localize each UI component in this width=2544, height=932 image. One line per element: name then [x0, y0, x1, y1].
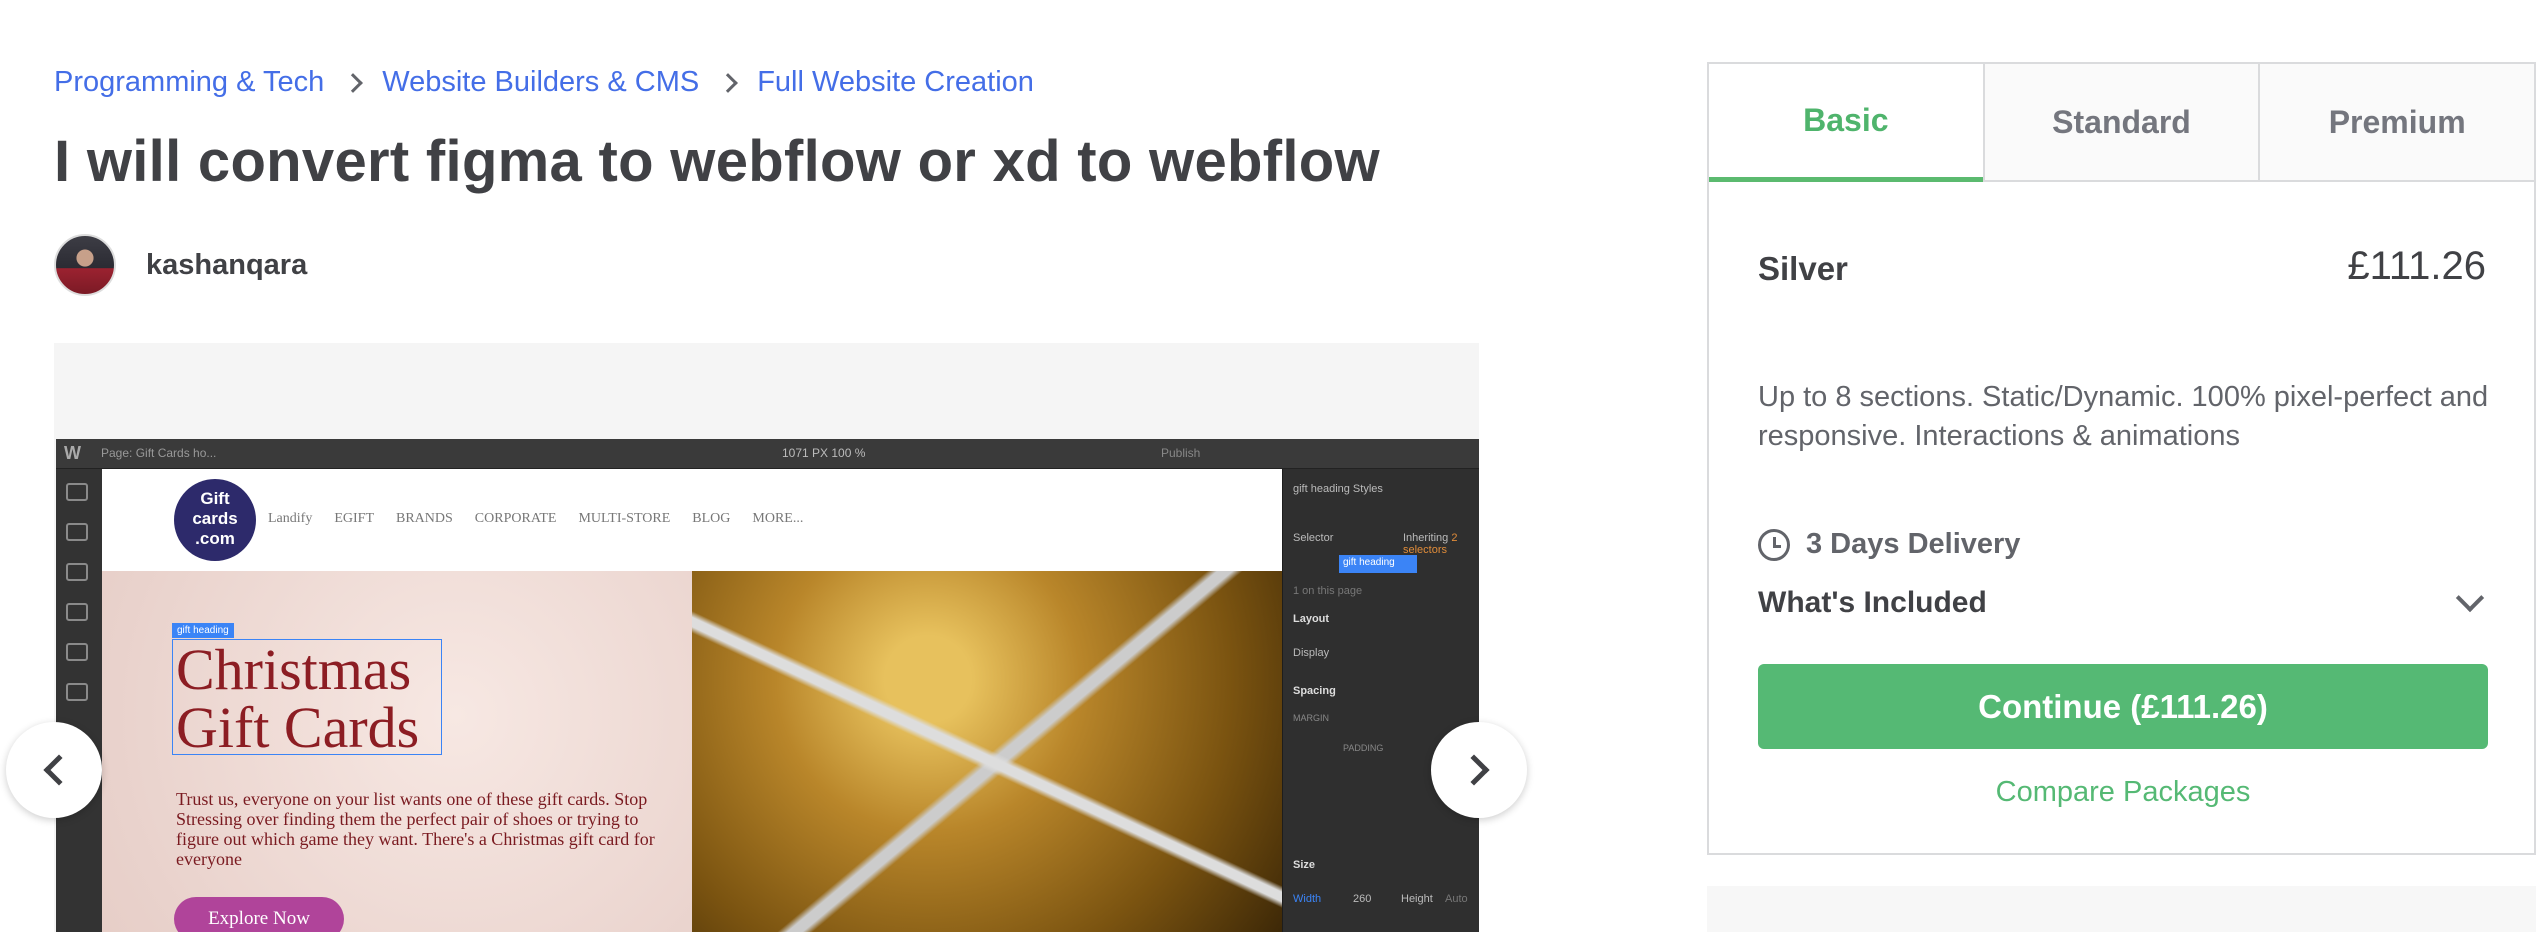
whats-included-toggle[interactable]: What's Included: [1758, 583, 2488, 620]
hero-text: Trust us, everyone on your list wants on…: [176, 789, 655, 869]
publish-label: Publish: [1161, 446, 1201, 460]
gallery-prev-button[interactable]: [6, 722, 102, 818]
size-section: Size: [1293, 859, 1316, 871]
whats-included-label: What's Included: [1758, 586, 1987, 619]
delivery-time: 3 Days Delivery: [1758, 528, 2020, 561]
breadcrumb: Programming & Tech Website Builders & CM…: [54, 66, 1034, 99]
selection-tag: gift heading: [172, 623, 234, 638]
webflow-canvas: Gift cards .com Landify EGIFT BRANDS COR…: [102, 469, 1282, 932]
site-menu-item: MORE...: [752, 511, 804, 526]
selector-label: Selector: [1293, 532, 1334, 544]
viewport-size: 1071 PX 100 %: [782, 446, 866, 460]
webflow-left-toolbar: [56, 469, 102, 932]
hero-heading-line: Gift Cards: [176, 695, 420, 760]
site-menu-item: CORPORATE: [474, 511, 557, 526]
gig-title: I will convert figma to webflow or xd to…: [54, 129, 1380, 194]
gift-box-image: [692, 571, 1282, 932]
package-description: Up to 8 sections. Static/Dynamic. 100% p…: [1758, 381, 2489, 452]
gig-gallery: W Page: Gift Cards ho... 1071 PX 100 % P…: [54, 343, 1479, 932]
site-menu-item: EGIFT: [334, 511, 374, 526]
navigator-icon: [66, 563, 88, 581]
chevron-right-icon: [1458, 754, 1490, 786]
site-navbar: Gift cards .com Landify EGIFT BRANDS COR…: [102, 469, 1282, 571]
margin-label: MARGIN: [1293, 713, 1329, 723]
styles-title: gift heading Styles: [1293, 483, 1383, 495]
chevron-down-icon: [2455, 583, 2485, 613]
page-selector: Page: Gift Cards ho...: [101, 446, 217, 460]
display-label: Display: [1293, 647, 1330, 659]
hero-heading: Christmas Gift Cards: [176, 641, 419, 757]
add-icon: [66, 483, 88, 501]
padding-label: PADDING: [1343, 743, 1384, 753]
height-value: Auto: [1445, 893, 1468, 905]
continue-button[interactable]: Continue (£111.26): [1758, 664, 2488, 749]
compare-packages-link[interactable]: Compare Packages: [1758, 776, 2488, 809]
tab-premium[interactable]: Premium: [2258, 64, 2535, 182]
gig-page: Programming & Tech Website Builders & CM…: [0, 0, 2544, 932]
package-panel: Basic Standard Premium Silver £111.26 Up…: [1707, 62, 2536, 855]
package-price: £111.26: [2347, 244, 2486, 288]
site-logo-line: Gift: [200, 489, 230, 508]
site-logo-line: .com: [195, 529, 235, 548]
cube-icon: [66, 523, 88, 541]
site-menu-item: BLOG: [692, 511, 731, 526]
hero-heading-line: Christmas: [176, 637, 412, 702]
site-hero: gift heading Christmas Gift Cards Trust …: [102, 571, 1282, 932]
package-tabs: Basic Standard Premium: [1709, 64, 2535, 182]
inheriting-info: Inheriting 2 selectors: [1403, 532, 1479, 556]
delivery-label: 3 Days Delivery: [1806, 528, 2021, 560]
on-page-count: 1 on this page: [1293, 585, 1363, 597]
package-name: Silver: [1758, 250, 1848, 287]
height-label: Height: [1401, 893, 1433, 905]
site-menu: Landify EGIFT BRANDS CORPORATE MULTI-STO…: [268, 511, 803, 527]
clock-icon: [1758, 528, 1790, 561]
chevron-right-icon: [343, 72, 364, 93]
panel-footer: [1707, 886, 2536, 932]
chevron-left-icon: [43, 754, 75, 786]
site-menu-item: Landify: [268, 511, 313, 526]
breadcrumb-website-builders-cms[interactable]: Website Builders & CMS: [382, 66, 699, 99]
layout-section: Layout: [1293, 613, 1330, 625]
chevron-right-icon: [718, 72, 739, 93]
seller-info: kashanqara: [54, 234, 307, 296]
gallery-image[interactable]: W Page: Gift Cards ho... 1071 PX 100 % P…: [56, 439, 1479, 932]
webflow-style-panel: gift heading Styles Selector Inheriting …: [1282, 469, 1479, 932]
cart-icon: [66, 683, 88, 701]
gallery-next-button[interactable]: [1431, 722, 1527, 818]
seller-avatar[interactable]: [54, 234, 116, 296]
spacing-section: Spacing: [1293, 685, 1336, 697]
seller-name[interactable]: kashanqara: [146, 249, 307, 282]
explore-now-button: Explore Now: [174, 897, 344, 932]
site-logo-line: cards: [192, 509, 238, 528]
webflow-topbar: W Page: Gift Cards ho... 1071 PX 100 % P…: [56, 439, 1479, 469]
inheriting-label: Inheriting: [1403, 532, 1449, 544]
tab-basic[interactable]: Basic: [1709, 64, 1983, 182]
selector-chip: gift heading: [1339, 555, 1417, 573]
site-menu-item: MULTI-STORE: [578, 511, 671, 526]
breadcrumb-programming-tech[interactable]: Programming & Tech: [54, 66, 324, 99]
cms-icon: [66, 643, 88, 661]
site-logo: Gift cards .com: [174, 479, 256, 561]
pages-icon: [66, 603, 88, 621]
tab-standard[interactable]: Standard: [1982, 64, 2259, 182]
site-menu-item: BRANDS: [396, 511, 453, 526]
width-label: Width: [1293, 893, 1322, 905]
width-value: 260: [1353, 893, 1372, 905]
breadcrumb-full-website-creation[interactable]: Full Website Creation: [757, 66, 1034, 99]
webflow-logo: W: [64, 443, 81, 463]
